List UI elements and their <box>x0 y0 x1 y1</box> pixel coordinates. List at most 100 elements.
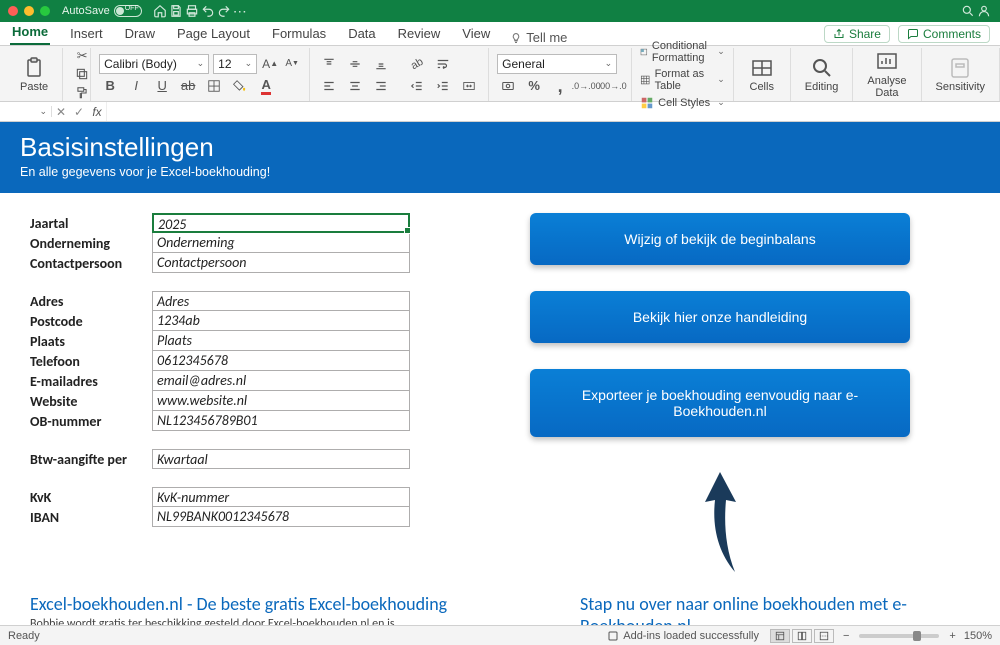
undo-icon[interactable] <box>200 3 216 19</box>
view-page-layout-icon[interactable] <box>792 629 812 643</box>
zoom-slider[interactable] <box>859 634 939 638</box>
cells-button[interactable]: Cells <box>742 56 782 93</box>
print-icon[interactable] <box>184 3 200 19</box>
ellipsis-icon[interactable]: ⋯ <box>232 3 248 19</box>
editing-button[interactable]: Editing <box>799 56 845 93</box>
formula-input[interactable] <box>106 102 1000 121</box>
field-value[interactable]: NL99BANK0012345678 <box>152 507 410 527</box>
align-bottom-icon[interactable] <box>370 54 392 74</box>
field-value[interactable]: Plaats <box>152 331 410 351</box>
paste-label: Paste <box>20 81 48 93</box>
tab-page-layout[interactable]: Page Layout <box>175 24 252 45</box>
strike-icon[interactable]: ab <box>177 76 199 96</box>
field-label: KvK <box>30 489 152 506</box>
tab-view[interactable]: View <box>460 24 492 45</box>
merge-icon[interactable] <box>458 76 480 96</box>
zoom-dot[interactable] <box>40 6 50 16</box>
decrease-decimal-icon[interactable]: .00→.0 <box>601 76 623 96</box>
font-size-select[interactable]: 12⌄ <box>213 54 257 74</box>
zoom-level[interactable]: 150% <box>964 630 992 642</box>
zoom-in-icon[interactable]: + <box>949 630 955 642</box>
home-icon[interactable] <box>152 3 168 19</box>
bold-icon[interactable]: B <box>99 76 121 96</box>
name-box[interactable]: ⌄ <box>0 106 52 117</box>
footer-link-right[interactable]: Stap nu over naar online boekhouden met … <box>580 593 970 625</box>
italic-icon[interactable]: I <box>125 76 147 96</box>
account-icon[interactable] <box>976 3 992 19</box>
field-value[interactable]: email@adres.nl <box>152 371 410 391</box>
field-label: Postcode <box>30 313 152 330</box>
align-middle-icon[interactable] <box>344 54 366 74</box>
field-value[interactable]: KvK-nummer <box>152 487 410 507</box>
fx-icon[interactable]: fx <box>88 105 106 119</box>
currency-icon[interactable] <box>497 76 519 96</box>
action-button-exporteer[interactable]: Exporteer je boekhouding eenvoudig naar … <box>530 369 910 437</box>
worksheet[interactable]: Basisinstellingen En alle gegevens voor … <box>0 122 1000 625</box>
field-value[interactable]: 0612345678 <box>152 351 410 371</box>
view-normal-icon[interactable] <box>770 629 790 643</box>
field-value[interactable]: NL123456789B01 <box>152 411 410 431</box>
footer-link-left[interactable]: Excel-boekhouden.nl - De beste gratis Ex… <box>30 593 490 615</box>
group-font: Calibri (Body)⌄ 12⌄ A▲ A▼ B I U ab A <box>91 48 310 101</box>
increase-indent-icon[interactable] <box>432 76 454 96</box>
orientation-icon[interactable]: ab <box>406 54 428 74</box>
group-editing: Editing <box>791 48 854 101</box>
tab-home[interactable]: Home <box>10 22 50 45</box>
enter-formula-icon[interactable]: ✓ <box>70 105 88 119</box>
cancel-formula-icon[interactable]: ✕ <box>52 105 70 119</box>
save-icon[interactable] <box>168 3 184 19</box>
field-value[interactable]: Kwartaal <box>152 449 410 469</box>
paste-button[interactable]: Paste <box>14 56 54 93</box>
field-value[interactable]: www.website.nl <box>152 391 410 411</box>
tab-formulas[interactable]: Formulas <box>270 24 328 45</box>
increase-decimal-icon[interactable]: .0→.00 <box>575 76 597 96</box>
increase-font-icon[interactable]: A▲ <box>261 55 279 73</box>
action-button-beginbalans[interactable]: Wijzig of bekijk de beginbalans <box>530 213 910 265</box>
autosave-switch[interactable]: OFF <box>114 5 142 17</box>
tab-data[interactable]: Data <box>346 24 377 45</box>
font-color-icon[interactable]: A <box>255 76 277 96</box>
fill-color-icon[interactable] <box>229 76 251 96</box>
search-icon[interactable] <box>960 3 976 19</box>
tell-me[interactable]: Tell me <box>510 30 567 45</box>
conditional-formatting[interactable]: Conditional Formatting⌄ <box>640 39 725 65</box>
field-value[interactable]: Onderneming <box>152 233 410 253</box>
field-value[interactable]: Contactpersoon <box>152 253 410 273</box>
autosave-toggle[interactable]: AutoSave OFF <box>62 5 142 17</box>
decrease-font-icon[interactable]: A▼ <box>283 55 301 73</box>
cut-icon[interactable]: ✂ <box>71 48 93 64</box>
view-page-break-icon[interactable] <box>814 629 834 643</box>
action-button-handleiding[interactable]: Bekijk hier onze handleiding <box>530 291 910 343</box>
underline-icon[interactable]: U <box>151 76 173 96</box>
comments-button[interactable]: Comments <box>898 25 990 43</box>
field-label: IBAN <box>30 509 152 526</box>
decrease-indent-icon[interactable] <box>406 76 428 96</box>
share-button[interactable]: Share <box>824 25 890 43</box>
minimize-dot[interactable] <box>24 6 34 16</box>
field-value[interactable]: 2025 <box>152 213 410 233</box>
align-left-icon[interactable] <box>318 76 340 96</box>
font-select[interactable]: Calibri (Body)⌄ <box>99 54 209 74</box>
tab-review[interactable]: Review <box>396 24 443 45</box>
number-format-select[interactable]: General⌄ <box>497 54 617 74</box>
zoom-out-icon[interactable]: − <box>843 630 849 642</box>
close-dot[interactable] <box>8 6 18 16</box>
align-center-icon[interactable] <box>344 76 366 96</box>
border-icon[interactable] <box>203 76 225 96</box>
tab-draw[interactable]: Draw <box>123 24 157 45</box>
comma-icon[interactable]: , <box>549 76 571 96</box>
field-value[interactable]: Adres <box>152 291 410 311</box>
analyse-button[interactable]: Analyse Data <box>861 50 912 99</box>
align-right-icon[interactable] <box>370 76 392 96</box>
field-label: Telefoon <box>30 353 152 370</box>
percent-icon[interactable]: % <box>523 76 545 96</box>
redo-icon[interactable] <box>216 3 232 19</box>
window-controls[interactable] <box>8 6 50 16</box>
format-painter-icon[interactable] <box>71 85 93 101</box>
align-top-icon[interactable] <box>318 54 340 74</box>
format-as-table[interactable]: Format as Table⌄ <box>640 67 725 93</box>
field-value[interactable]: 1234ab <box>152 311 410 331</box>
copy-icon[interactable] <box>71 66 93 82</box>
tab-insert[interactable]: Insert <box>68 24 105 45</box>
wrap-text-icon[interactable] <box>432 54 454 74</box>
